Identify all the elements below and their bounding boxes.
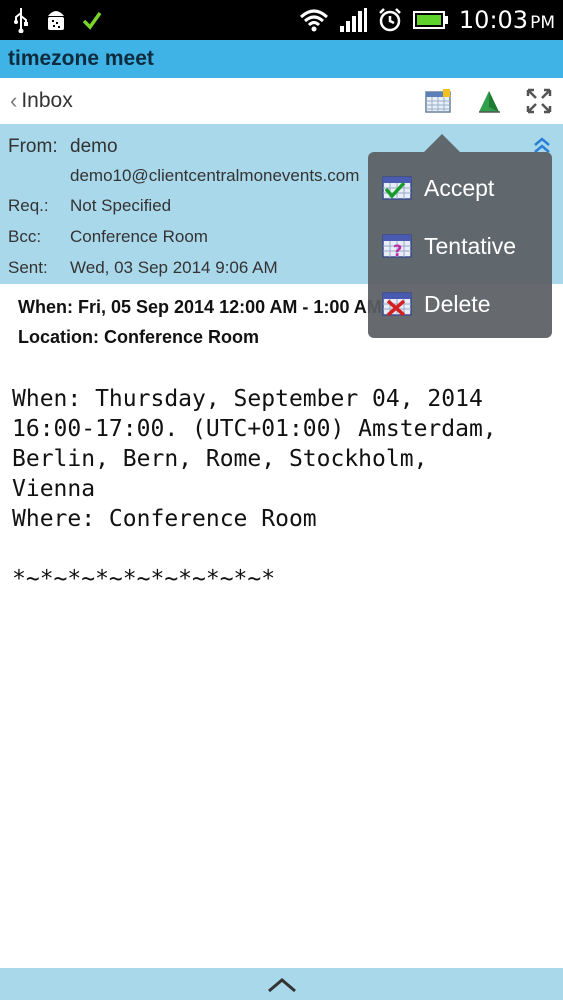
message-body: When: Thursday, September 04, 2014 16:00…	[12, 386, 497, 592]
from-label: From:	[8, 136, 58, 157]
signal-icon	[339, 8, 367, 32]
bcc-label: Bcc:	[8, 227, 42, 246]
menu-item-label: Tentative	[424, 232, 517, 259]
meeting-response-menu: Accept ? Tentative Delete	[368, 152, 552, 338]
status-right: 10:03 PM	[299, 4, 555, 36]
calendar-icon[interactable]	[424, 87, 452, 115]
req-label: Req.:	[8, 196, 49, 215]
back-to-inbox-button[interactable]: ‹ Inbox	[10, 88, 73, 114]
req-value: Not Specified	[70, 196, 172, 215]
status-bar: 10:03 PM	[0, 0, 563, 40]
alarm-icon	[379, 8, 401, 32]
calendar-accept-icon	[382, 176, 412, 200]
wifi-icon	[299, 9, 328, 32]
clock: 10:03 PM	[458, 6, 555, 34]
menu-item-tentative[interactable]: ? Tentative	[380, 226, 516, 266]
chevron-left-icon: ‹	[10, 88, 18, 113]
nav-bar: ‹ Inbox	[0, 78, 563, 125]
menu-item-label: Accept	[424, 174, 495, 201]
meeting-location-summary: Location: Conference Room	[18, 327, 260, 347]
bcc-value[interactable]: Conference Room	[70, 227, 208, 247]
meeting-when-summary: When: Fri, 05 Sep 2014 12:00 AM - 1:00 A…	[18, 297, 382, 317]
bottom-bar[interactable]	[0, 968, 563, 1000]
fullscreen-icon[interactable]	[525, 87, 553, 115]
menu-item-delete[interactable]: Delete	[380, 284, 490, 324]
menu-item-label: Delete	[424, 290, 491, 317]
status-left	[12, 6, 102, 34]
svg-text:?: ?	[393, 241, 402, 260]
from-email[interactable]: demo10@clientcentralmonevents.com	[70, 166, 359, 186]
flag-icon[interactable]	[475, 87, 503, 115]
check-icon	[82, 11, 102, 30]
title-bar: timezone meet	[0, 40, 563, 78]
from-name[interactable]: demo	[70, 136, 118, 158]
chevron-up-icon[interactable]	[266, 976, 298, 994]
android-debug-icon	[48, 11, 64, 30]
popup-caret	[424, 134, 460, 152]
usb-icon	[14, 8, 28, 33]
battery-icon	[412, 11, 448, 29]
sent-value: Wed, 03 Sep 2014 9:06 AM	[70, 258, 278, 277]
message-subject-title: timezone meet	[8, 47, 154, 70]
back-label: Inbox	[21, 89, 73, 112]
calendar-delete-icon	[382, 292, 412, 317]
calendar-tentative-icon: ?	[382, 234, 412, 260]
menu-item-accept[interactable]: Accept	[380, 168, 494, 208]
sent-label: Sent:	[8, 258, 48, 277]
